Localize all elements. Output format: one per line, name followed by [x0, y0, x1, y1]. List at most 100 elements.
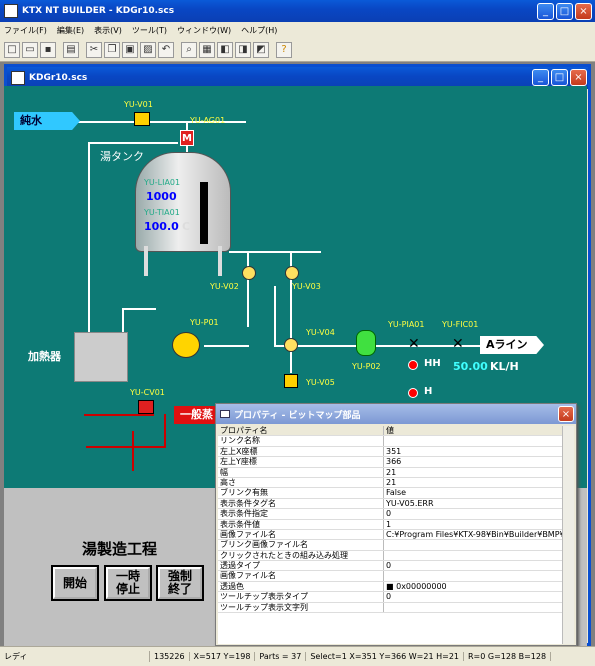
line-a-tag[interactable]: Aライン: [480, 336, 544, 354]
property-value[interactable]: [384, 436, 564, 445]
pause-button[interactable]: 一時 停止: [106, 567, 150, 599]
table-row[interactable]: 左上Y座標 366: [218, 457, 564, 468]
control-valve-cv01[interactable]: [138, 400, 154, 414]
cut-icon[interactable]: ✂: [86, 41, 102, 58]
property-value[interactable]: YU-V05.ERR: [384, 499, 564, 508]
valve-v02[interactable]: [242, 266, 256, 280]
property-value[interactable]: 0: [384, 561, 564, 570]
table-row[interactable]: 透過色 ■ 0x00000000: [218, 581, 564, 593]
valve-v04[interactable]: [284, 338, 298, 352]
status-ready: レディ: [0, 651, 150, 662]
child-close-button[interactable]: ×: [570, 69, 587, 86]
table-row[interactable]: ツールチップ表示タイプ 0: [218, 592, 564, 603]
print-icon[interactable]: ▤: [63, 41, 79, 58]
pump-p01[interactable]: [172, 332, 200, 358]
tool-c-icon[interactable]: ◩: [253, 41, 269, 58]
table-row[interactable]: ブリンク有無 False: [218, 488, 564, 499]
table-row[interactable]: リンク名称: [218, 436, 564, 447]
zoom-icon[interactable]: ⌕: [181, 41, 197, 58]
table-row[interactable]: ブリンク画像ファイル名: [218, 540, 564, 551]
minimize-button[interactable]: _: [537, 3, 554, 20]
property-value[interactable]: False: [384, 488, 564, 497]
property-value[interactable]: C:¥Program Files¥KTX-98¥Bin¥Builder¥BMP¥: [384, 530, 564, 539]
level-value: 1000: [146, 190, 177, 203]
property-value[interactable]: [384, 540, 564, 549]
close-button[interactable]: ×: [575, 3, 592, 20]
property-key: 表示条件指定: [218, 509, 384, 519]
property-key: 画像ファイル名: [218, 571, 384, 581]
steam-tag[interactable]: 一般蒸: [174, 406, 220, 424]
property-value[interactable]: 1: [384, 520, 564, 529]
property-value[interactable]: 351: [384, 447, 564, 456]
property-key: 表示条件タグ名: [218, 498, 384, 509]
valve-v03[interactable]: [285, 266, 299, 280]
copy-icon[interactable]: ❐: [104, 41, 120, 58]
table-row[interactable]: 幅 21: [218, 467, 564, 478]
flow-sensor-icon: ✕: [452, 336, 464, 352]
property-close-button[interactable]: ×: [558, 406, 574, 422]
menu-view[interactable]: 表示(V): [94, 25, 122, 36]
h-alarm-label: H: [424, 386, 433, 397]
heater-unit[interactable]: [74, 332, 128, 382]
grid-icon[interactable]: ▦: [199, 41, 215, 58]
property-table: プロパティ名 値 リンク名称 左上X座標 351 左上Y座標 366 幅 21 高さ 2…: [218, 426, 564, 644]
flow-unit: KL/H: [490, 360, 519, 373]
property-value[interactable]: 0: [384, 509, 564, 518]
child-maximize-button[interactable]: □: [551, 69, 568, 86]
undo-icon[interactable]: ↶: [158, 41, 174, 58]
valve-v03-label: YU-V03: [292, 282, 321, 291]
table-row[interactable]: 画像ファイル名 C:¥Program Files¥KTX-98¥Bin¥Build…: [218, 529, 564, 541]
menu-edit[interactable]: 編集(E): [57, 25, 84, 36]
property-key: ツールチップ表示文字列: [218, 602, 384, 613]
property-title: プロパティ - ビットマップ部品: [234, 410, 361, 421]
tool-b-icon[interactable]: ◨: [235, 41, 251, 58]
property-value[interactable]: [384, 551, 564, 560]
property-value[interactable]: 0: [384, 592, 564, 601]
property-value[interactable]: [384, 603, 564, 612]
pump-p01-label: YU-P01: [190, 318, 219, 327]
paste-icon[interactable]: ▣: [122, 41, 138, 58]
open-folder-icon[interactable]: ▭: [22, 41, 38, 58]
menu-help[interactable]: ヘルプ(H): [241, 25, 277, 36]
tool-a-icon[interactable]: ◧: [217, 41, 233, 58]
child-minimize-button[interactable]: _: [532, 69, 549, 86]
property-value[interactable]: 21: [384, 468, 564, 477]
menu-file[interactable]: ファイル(F): [4, 25, 47, 36]
table-row[interactable]: 高さ 21: [218, 477, 564, 489]
property-scrollbar[interactable]: [562, 426, 574, 644]
child-title: KDGr10.scs: [29, 73, 88, 83]
property-window-icon: [220, 410, 230, 418]
motor-m-icon[interactable]: M: [180, 130, 194, 146]
table-row[interactable]: ツールチップ表示文字列: [218, 602, 564, 614]
table-row[interactable]: 表示条件指定 0: [218, 509, 564, 520]
delete-icon[interactable]: ▨: [140, 41, 156, 58]
help-icon[interactable]: ?: [276, 41, 292, 58]
table-row[interactable]: 透過タイプ 0: [218, 561, 564, 572]
new-file-icon[interactable]: □: [4, 41, 20, 58]
menu-window[interactable]: ウィンドウ(W): [177, 25, 231, 36]
property-key: ツールチップ表示タイプ: [218, 592, 384, 602]
table-row[interactable]: 左上X座標 351: [218, 446, 564, 458]
valve-v01[interactable]: [134, 112, 150, 126]
property-value[interactable]: 366: [384, 457, 564, 466]
start-button[interactable]: 開始: [53, 567, 97, 599]
menu-tools[interactable]: ツール(T): [132, 25, 167, 36]
table-row[interactable]: 画像ファイル名: [218, 571, 564, 582]
property-value[interactable]: 21: [384, 478, 564, 487]
pure-water-tag[interactable]: 純水: [14, 112, 80, 130]
save-icon[interactable]: ▪: [40, 41, 56, 58]
table-row[interactable]: 表示条件値 1: [218, 519, 564, 530]
valve-v04-label: YU-V04: [306, 328, 335, 337]
property-value[interactable]: [384, 571, 564, 580]
tank-label: 湯タンク: [100, 150, 144, 163]
pump-p02[interactable]: [356, 330, 376, 356]
property-value[interactable]: ■ 0x00000000: [384, 582, 564, 591]
table-row[interactable]: 表示条件タグ名 YU-V05.ERR: [218, 498, 564, 510]
force-end-button[interactable]: 強制 終了: [158, 567, 202, 599]
maximize-button[interactable]: □: [556, 3, 573, 20]
property-key: 透過色: [218, 581, 384, 592]
property-key: 透過タイプ: [218, 561, 384, 571]
h-alarm-lamp: [408, 388, 418, 398]
table-row[interactable]: クリックされたときの組み込み処理: [218, 550, 564, 562]
valve-v05[interactable]: [284, 374, 298, 388]
